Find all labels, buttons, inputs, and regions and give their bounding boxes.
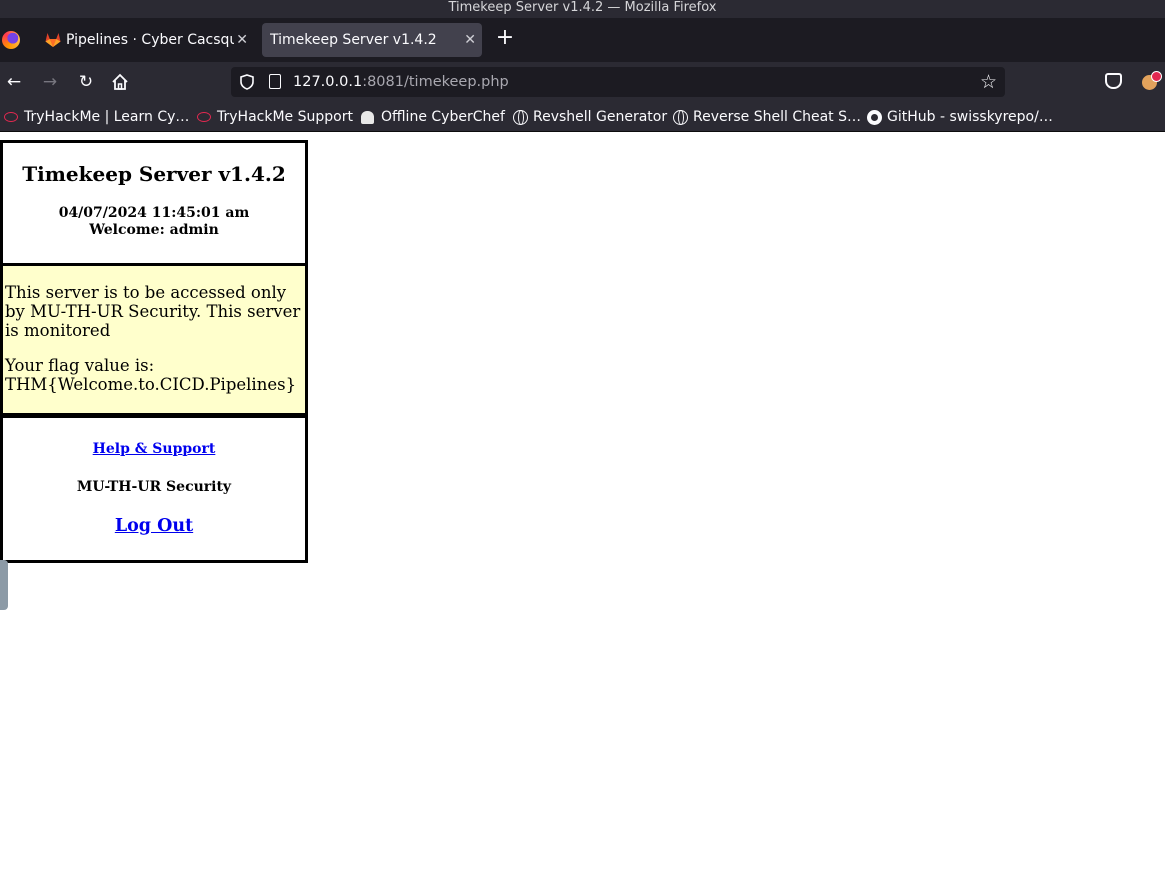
url-path: :8081/timekeep.php xyxy=(362,74,509,90)
tryhackme-icon xyxy=(4,112,18,122)
tab-pipelines[interactable]: Pipelines · Cyber Cacsqua ✕ xyxy=(36,23,254,57)
page-content: Timekeep Server v1.4.2 04/07/2024 11:45:… xyxy=(0,132,1165,883)
chef-icon xyxy=(361,111,374,124)
bookmark-label: GitHub - swisskyrepo/… xyxy=(887,109,1053,125)
url-text[interactable]: 127.0.0.1:8081/timekeep.php xyxy=(293,67,509,97)
tab-strip: Pipelines · Cyber Cacsqua ✕ Timekeep Ser… xyxy=(0,18,1165,62)
access-notice: This server is to be accessed only by MU… xyxy=(5,283,301,340)
new-tab-plus-icon[interactable]: + xyxy=(494,27,516,50)
bookmark-label: Reverse Shell Cheat S… xyxy=(693,109,861,125)
header-panel: Timekeep Server v1.4.2 04/07/2024 11:45:… xyxy=(0,140,308,266)
reload-icon[interactable]: ↻ xyxy=(75,71,97,93)
page-title: Timekeep Server v1.4.2 xyxy=(22,162,286,186)
github-icon xyxy=(867,110,882,125)
help-support-link[interactable]: Help & Support xyxy=(3,441,305,457)
tab-label: Timekeep Server v1.4.2 xyxy=(270,32,437,48)
sidebar-handle[interactable] xyxy=(0,560,8,610)
globe-icon xyxy=(673,110,688,125)
bookmark-star-icon[interactable]: ☆ xyxy=(980,71,997,93)
tryhackme-icon xyxy=(197,112,211,122)
page-info-icon[interactable] xyxy=(269,74,281,89)
welcome-user: Welcome: admin xyxy=(89,222,219,238)
shield-icon[interactable] xyxy=(240,74,254,90)
home-icon[interactable] xyxy=(111,73,129,91)
bookmarks-toolbar: TryHackMe | Learn Cy… TryHackMe Support … xyxy=(0,102,1165,132)
extension-avatar-icon[interactable] xyxy=(1142,71,1162,91)
pocket-icon[interactable] xyxy=(1105,73,1122,89)
firefox-logo-icon[interactable] xyxy=(2,31,20,49)
notice-panel: This server is to be accessed only by MU… xyxy=(0,263,308,416)
footer-panel: Help & Support MU-TH-UR Security Log Out xyxy=(0,415,308,563)
bookmark-label: TryHackMe | Learn Cy… xyxy=(24,109,190,125)
globe-icon xyxy=(513,110,528,125)
gitlab-icon xyxy=(45,33,61,47)
url-bar[interactable]: 127.0.0.1:8081/timekeep.php ☆ xyxy=(231,67,1005,97)
flag-label: Your flag value is: xyxy=(5,356,155,375)
close-tab-icon[interactable]: ✕ xyxy=(464,23,476,57)
forward-arrow-icon[interactable]: → xyxy=(39,71,61,93)
server-datetime: 04/07/2024 11:45:01 am xyxy=(58,205,250,221)
navigation-bar: ← → ↻ 127.0.0.1:8081/timekeep.php ☆ xyxy=(0,62,1165,102)
organization-name: MU-TH-UR Security xyxy=(76,479,232,495)
logout-link[interactable]: Log Out xyxy=(3,516,305,536)
tab-timekeep[interactable]: Timekeep Server v1.4.2 ✕ xyxy=(262,23,482,57)
tab-label: Pipelines · Cyber Cacsqua xyxy=(66,32,234,48)
bookmark-label: TryHackMe Support xyxy=(217,109,353,125)
url-host: 127.0.0.1 xyxy=(293,74,363,90)
back-arrow-icon[interactable]: ← xyxy=(3,71,25,93)
window-title: Timekeep Server v1.4.2 — Mozilla Firefox xyxy=(0,0,1165,18)
flag-value: THM{Welcome.to.CICD.Pipelines} xyxy=(5,375,297,394)
bookmark-label: Revshell Generator xyxy=(533,109,668,125)
close-tab-icon[interactable]: ✕ xyxy=(236,23,248,57)
bookmark-label: Offline CyberChef xyxy=(381,109,505,125)
